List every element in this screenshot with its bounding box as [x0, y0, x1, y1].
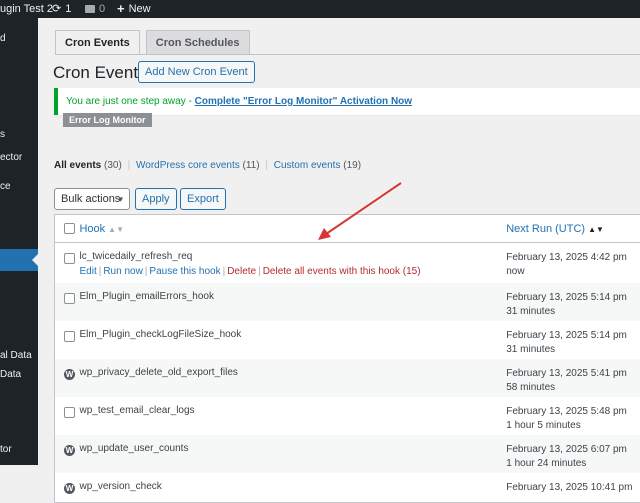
export-button[interactable]: Export — [180, 188, 226, 210]
pause-hook-link[interactable]: Pause this hook — [149, 266, 220, 277]
add-new-cron-event-button[interactable]: Add New Cron Event — [138, 61, 255, 83]
updates-icon: ⟳ — [52, 0, 61, 18]
edit-link[interactable]: Edit — [79, 266, 96, 277]
updates-count: 1 — [65, 0, 71, 18]
next-run-relative: 58 minutes — [506, 381, 640, 395]
error-log-monitor-badge: Error Log Monitor — [63, 113, 152, 127]
row-checkbox[interactable] — [64, 253, 75, 264]
site-title-link[interactable]: ugin Test 2 — [0, 0, 53, 18]
hook-name: Elm_Plugin_emailErrors_hook — [79, 291, 506, 302]
sort-icon: ▲▼ — [108, 225, 124, 234]
sidebar-item-7[interactable]: tor — [0, 443, 38, 457]
apply-button[interactable]: Apply — [135, 188, 177, 210]
next-run-date: February 13, 2025 5:41 pm — [506, 367, 640, 381]
row-checkbox[interactable] — [64, 293, 75, 304]
comments-count: 0 — [99, 0, 105, 18]
filter-core-count: (11) — [243, 160, 260, 171]
sidebar-item-1[interactable]: d — [0, 32, 38, 46]
sidebar-item-4[interactable]: ce — [0, 180, 38, 194]
sort-ascending-icon: ▲▼ — [588, 225, 604, 234]
filter-custom[interactable]: Custom events — [274, 160, 341, 171]
admin-bar: ugin Test 2 ⟳ 1 0 + New — [0, 0, 640, 18]
delete-all-events-link[interactable]: Delete all events with this hook (15) — [263, 266, 421, 277]
updates-link[interactable]: ⟳ 1 — [52, 0, 71, 18]
row-checkbox[interactable] — [64, 407, 75, 418]
next-run-relative: now — [506, 265, 640, 279]
next-run-date: February 13, 2025 6:07 pm — [506, 443, 640, 457]
action-separator: | — [258, 266, 261, 277]
row-checkbox[interactable] — [64, 331, 75, 342]
next-run-date: February 13, 2025 5:48 pm — [506, 405, 640, 419]
filter-core[interactable]: WordPress core events — [136, 160, 240, 171]
chevron-down-icon: ▾ — [118, 189, 123, 209]
tab-divider — [55, 54, 640, 55]
wordpress-icon: W — [64, 369, 75, 380]
action-separator: | — [145, 266, 148, 277]
select-all-cell — [55, 215, 80, 243]
new-content-link[interactable]: + New — [117, 0, 151, 18]
table-row: W wp_privacy_delete_old_export_files Feb… — [55, 359, 640, 397]
cron-events-table: Hook▲▼ Next Run (UTC)▲▼ lc_twicedaily_re… — [54, 214, 640, 503]
hook-name: lc_twicedaily_refresh_req — [79, 251, 506, 262]
activation-notice: You are just one step away - Complete "E… — [54, 88, 640, 115]
sidebar-item-5[interactable]: al Data — [0, 349, 38, 363]
hook-column-label: Hook — [79, 223, 105, 235]
table-row: Elm_Plugin_emailErrors_hook February 13,… — [55, 283, 640, 321]
next-run-date: February 13, 2025 10:41 pm — [506, 481, 640, 495]
hook-name: wp_test_email_clear_logs — [79, 405, 506, 416]
bulk-actions-select[interactable]: Bulk actions ▾ — [54, 188, 130, 210]
sidebar-item-3[interactable]: ector — [0, 151, 38, 165]
admin-sidebar: d s ector ce al Data Data tor — [0, 18, 38, 465]
select-all-checkbox[interactable] — [64, 223, 75, 234]
next-run-column-label: Next Run (UTC) — [506, 223, 585, 235]
next-run-relative: 31 minutes — [506, 343, 640, 357]
tab-cron-schedules[interactable]: Cron Schedules — [146, 30, 250, 55]
hook-name: wp_update_user_counts — [79, 443, 506, 454]
hook-column-header[interactable]: Hook▲▼ — [79, 215, 506, 243]
notice-text: You are just one step away - — [66, 96, 195, 107]
next-run-relative: 31 minutes — [506, 305, 640, 319]
hook-name: wp_version_check — [79, 481, 506, 492]
table-row: wp_test_email_clear_logs February 13, 20… — [55, 397, 640, 435]
next-run-relative: 1 hour 5 minutes — [506, 419, 640, 433]
next-run-relative: 1 hour 24 minutes — [506, 457, 640, 471]
sidebar-item-2[interactable]: s — [0, 128, 38, 142]
site-title: ugin Test 2 — [0, 0, 53, 18]
table-header-row: Hook▲▼ Next Run (UTC)▲▼ — [55, 215, 640, 243]
next-run-date: February 13, 2025 4:42 pm — [506, 251, 640, 265]
filter-separator: | — [128, 160, 131, 171]
table-row: Elm_Plugin_checkLogFileSize_hook Februar… — [55, 321, 640, 359]
table-row: W wp_update_user_counts February 13, 202… — [55, 435, 640, 473]
delete-link[interactable]: Delete — [227, 266, 256, 277]
page-title: Cron Events — [53, 62, 147, 84]
filter-all[interactable]: All events — [54, 160, 101, 171]
bulk-actions-label: Bulk actions — [61, 193, 120, 205]
filter-separator: | — [265, 160, 268, 171]
run-now-link[interactable]: Run now — [103, 266, 142, 277]
comments-link[interactable]: 0 — [85, 0, 105, 18]
plus-icon: + — [117, 0, 125, 18]
new-label: New — [129, 0, 151, 18]
view-filters: All events (30) | WordPress core events … — [54, 160, 361, 171]
sidebar-item-6[interactable]: Data — [0, 368, 38, 382]
comment-icon — [85, 5, 95, 13]
action-separator: | — [223, 266, 226, 277]
filter-custom-count: (19) — [343, 160, 361, 171]
main-content: Cron Events Cron Schedules Cron Events A… — [38, 18, 640, 465]
wordpress-icon: W — [64, 445, 75, 456]
action-separator: | — [99, 266, 102, 277]
hook-name: wp_privacy_delete_old_export_files — [79, 367, 506, 378]
table-row: lc_twicedaily_refresh_req Edit|Run now|P… — [55, 243, 640, 283]
hook-name: Elm_Plugin_checkLogFileSize_hook — [79, 329, 506, 340]
next-run-date: February 13, 2025 5:14 pm — [506, 291, 640, 305]
next-run-column-header[interactable]: Next Run (UTC)▲▼ — [506, 215, 640, 243]
filter-all-count: (30) — [104, 160, 122, 171]
tab-cron-events[interactable]: Cron Events — [55, 30, 140, 55]
wordpress-icon: W — [64, 483, 75, 494]
table-row: W wp_version_check February 13, 2025 10:… — [55, 473, 640, 503]
complete-activation-link[interactable]: Complete "Error Log Monitor" Activation … — [195, 96, 412, 107]
nav-tabs: Cron Events Cron Schedules — [55, 30, 250, 55]
next-run-date: February 13, 2025 5:14 pm — [506, 329, 640, 343]
row-actions: Edit|Run now|Pause this hook|Delete|Dele… — [79, 266, 506, 277]
